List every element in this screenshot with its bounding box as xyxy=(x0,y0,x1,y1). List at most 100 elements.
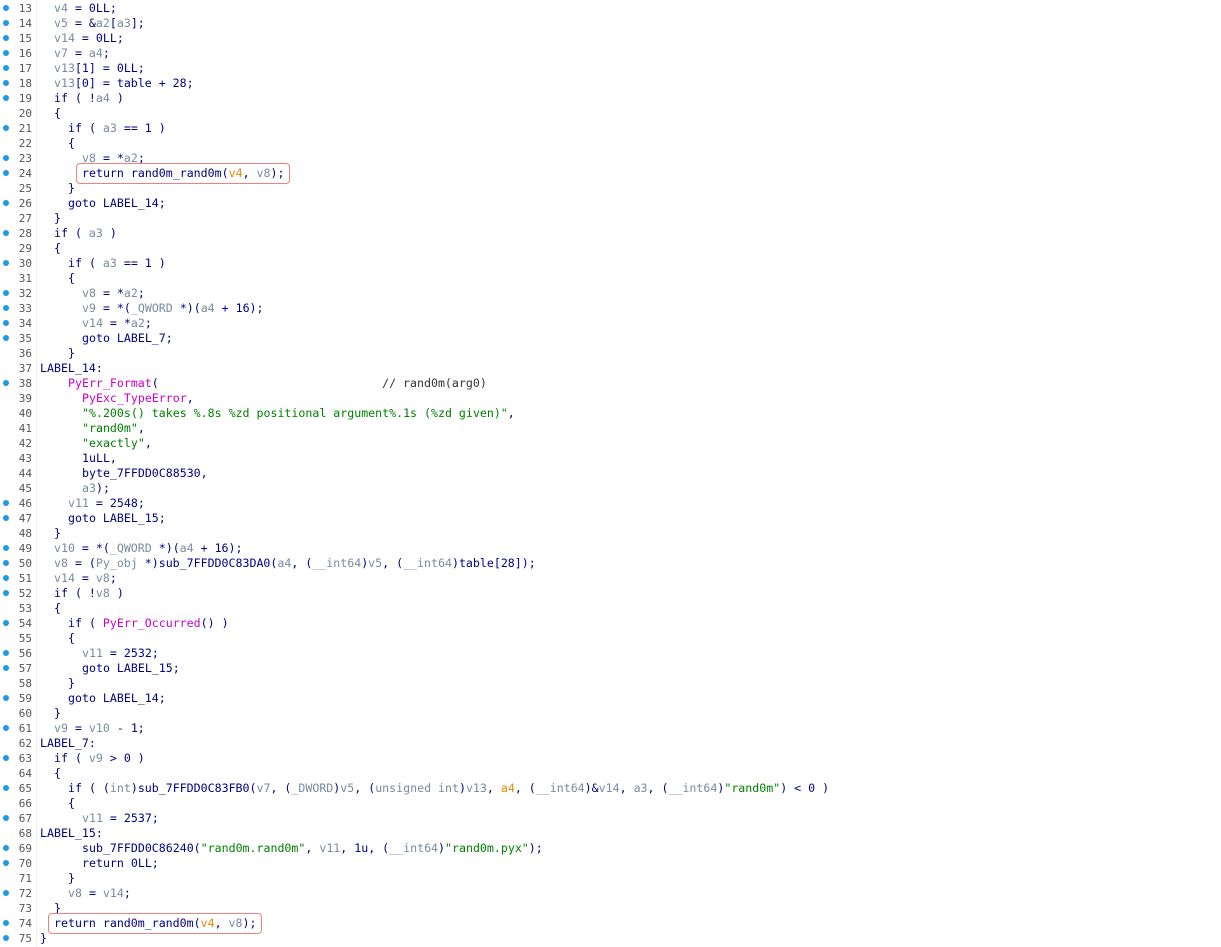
code-text[interactable]: } xyxy=(68,346,75,361)
code-text[interactable]: { xyxy=(54,601,61,616)
code-text[interactable]: "rand0m", xyxy=(82,421,145,436)
code-line-68[interactable]: 68 LABEL_15: xyxy=(0,826,1221,841)
line-gutter[interactable]: 38 xyxy=(0,376,36,391)
code-line-58[interactable]: 58} xyxy=(0,676,1221,691)
line-gutter[interactable]: 43 xyxy=(0,451,36,466)
code-line-35[interactable]: 35 goto LABEL_7; xyxy=(0,331,1221,346)
code-text[interactable]: return 0LL; xyxy=(82,856,159,871)
code-text[interactable]: 1uLL, xyxy=(82,451,117,466)
line-gutter[interactable]: 69 xyxy=(0,841,36,856)
code-text[interactable]: if ( !a4 ) xyxy=(54,91,124,106)
line-gutter[interactable]: 30 xyxy=(0,256,36,271)
code-line-33[interactable]: 33 v9 = *(_QWORD *)(a4 + 16); xyxy=(0,301,1221,316)
code-text[interactable]: if ( PyErr_Occurred() ) xyxy=(68,616,229,631)
line-gutter[interactable]: 18 xyxy=(0,76,36,91)
breakpoint-dot-icon[interactable] xyxy=(3,320,9,326)
breakpoint-dot-icon[interactable] xyxy=(3,935,9,941)
line-gutter[interactable]: 56 xyxy=(0,646,36,661)
breakpoint-dot-icon[interactable] xyxy=(3,50,9,56)
line-gutter[interactable]: 41 xyxy=(0,421,36,436)
code-line-37[interactable]: 37 LABEL_14: xyxy=(0,361,1221,376)
code-text[interactable]: v5 = &a2[a3]; xyxy=(54,16,145,31)
line-gutter[interactable]: 51 xyxy=(0,571,36,586)
line-gutter[interactable]: 22 xyxy=(0,136,36,151)
line-gutter[interactable]: 19 xyxy=(0,91,36,106)
line-gutter[interactable]: 73 xyxy=(0,901,36,916)
code-line-24[interactable]: 24 return rand0m_rand0m(v4, v8); xyxy=(0,166,1221,181)
code-line-54[interactable]: 54 if ( PyErr_Occurred() ) xyxy=(0,616,1221,631)
line-gutter[interactable]: 13 xyxy=(0,1,36,16)
code-text[interactable]: v9 = *(_QWORD *)(a4 + 16); xyxy=(82,301,264,316)
code-text[interactable]: if ( a3 == 1 ) xyxy=(68,121,166,136)
code-text[interactable]: goto LABEL_7; xyxy=(82,331,173,346)
code-line-31[interactable]: 31 { xyxy=(0,271,1221,286)
breakpoint-dot-icon[interactable] xyxy=(3,380,9,386)
line-gutter[interactable]: 21 xyxy=(0,121,36,136)
code-text[interactable]: v13[0] = table + 28; xyxy=(54,76,194,91)
line-gutter[interactable]: 60 xyxy=(0,706,36,721)
line-gutter[interactable]: 49 xyxy=(0,541,36,556)
code-line-61[interactable]: 61 v9 = v10 - 1; xyxy=(0,721,1221,736)
code-text[interactable]: v11 = 2537; xyxy=(82,811,159,826)
code-line-29[interactable]: 29 { xyxy=(0,241,1221,256)
code-line-46[interactable]: 46 v11 = 2548; xyxy=(0,496,1221,511)
code-line-64[interactable]: 64 { xyxy=(0,766,1221,781)
breakpoint-dot-icon[interactable] xyxy=(3,290,9,296)
breakpoint-dot-icon[interactable] xyxy=(3,500,9,506)
code-text[interactable]: if ( a3 ) xyxy=(54,226,117,241)
code-text[interactable]: PyErr_Format( // rand0m(arg0) xyxy=(68,376,487,391)
code-line-47[interactable]: 47 goto LABEL_15; xyxy=(0,511,1221,526)
code-line-40[interactable]: 40 "%.200s() takes %.8s %zd positional ar… xyxy=(0,406,1221,421)
breakpoint-dot-icon[interactable] xyxy=(3,125,9,131)
breakpoint-dot-icon[interactable] xyxy=(3,80,9,86)
line-gutter[interactable]: 27 xyxy=(0,211,36,226)
breakpoint-dot-icon[interactable] xyxy=(3,305,9,311)
code-line-49[interactable]: 49 v10 = *(_QWORD *)(a4 + 16); xyxy=(0,541,1221,556)
breakpoint-dot-icon[interactable] xyxy=(3,560,9,566)
code-line-62[interactable]: 62 LABEL_7: xyxy=(0,736,1221,751)
line-gutter[interactable]: 72 xyxy=(0,886,36,901)
code-text[interactable]: } xyxy=(40,931,47,946)
code-line-16[interactable]: 16 v7 = a4; xyxy=(0,46,1221,61)
code-line-34[interactable]: 34 v14 = *a2; xyxy=(0,316,1221,331)
line-gutter[interactable]: 20 xyxy=(0,106,36,121)
breakpoint-dot-icon[interactable] xyxy=(3,335,9,341)
code-line-51[interactable]: 51 v14 = v8; xyxy=(0,571,1221,586)
line-gutter[interactable]: 70 xyxy=(0,856,36,871)
code-line-32[interactable]: 32 v8 = *a2; xyxy=(0,286,1221,301)
line-gutter[interactable]: 36 xyxy=(0,346,36,361)
line-gutter[interactable]: 46 xyxy=(0,496,36,511)
line-gutter[interactable]: 14 xyxy=(0,16,36,31)
breakpoint-dot-icon[interactable] xyxy=(3,5,9,11)
line-gutter[interactable]: 58 xyxy=(0,676,36,691)
line-gutter[interactable]: 71 xyxy=(0,871,36,886)
code-line-30[interactable]: 30 if ( a3 == 1 ) xyxy=(0,256,1221,271)
code-line-18[interactable]: 18 v13[0] = table + 28; xyxy=(0,76,1221,91)
code-line-65[interactable]: 65 if ( (int)sub_7FFDD0C83FB0(v7, (_DWORD… xyxy=(0,781,1221,796)
code-text[interactable]: v13[1] = 0LL; xyxy=(54,61,145,76)
breakpoint-dot-icon[interactable] xyxy=(3,695,9,701)
breakpoint-dot-icon[interactable] xyxy=(3,620,9,626)
line-gutter[interactable]: 15 xyxy=(0,31,36,46)
code-text[interactable]: v11 = 2548; xyxy=(68,496,145,511)
line-gutter[interactable]: 61 xyxy=(0,721,36,736)
breakpoint-dot-icon[interactable] xyxy=(3,260,9,266)
code-line-13[interactable]: 13 v4 = 0LL; xyxy=(0,1,1221,16)
code-line-22[interactable]: 22 { xyxy=(0,136,1221,151)
breakpoint-dot-icon[interactable] xyxy=(3,845,9,851)
line-gutter[interactable]: 74 xyxy=(0,916,36,931)
code-line-38[interactable]: 38 PyErr_Format( // rand0m(arg0) xyxy=(0,376,1221,391)
code-text[interactable]: { xyxy=(68,796,75,811)
code-text[interactable]: v9 = v10 - 1; xyxy=(54,721,145,736)
code-line-60[interactable]: 60} xyxy=(0,706,1221,721)
code-line-67[interactable]: 67 v11 = 2537; xyxy=(0,811,1221,826)
code-text[interactable]: return rand0m_rand0m(v4, v8); xyxy=(82,166,284,181)
code-line-69[interactable]: 69 sub_7FFDD0C86240("rand0m.rand0m", v11,… xyxy=(0,841,1221,856)
line-gutter[interactable]: 48 xyxy=(0,526,36,541)
code-line-19[interactable]: 19 if ( !a4 ) xyxy=(0,91,1221,106)
line-gutter[interactable]: 42 xyxy=(0,436,36,451)
breakpoint-dot-icon[interactable] xyxy=(3,515,9,521)
code-text[interactable]: v8 = *a2; xyxy=(82,286,145,301)
code-text[interactable]: goto LABEL_15; xyxy=(82,661,180,676)
breakpoint-dot-icon[interactable] xyxy=(3,920,9,926)
